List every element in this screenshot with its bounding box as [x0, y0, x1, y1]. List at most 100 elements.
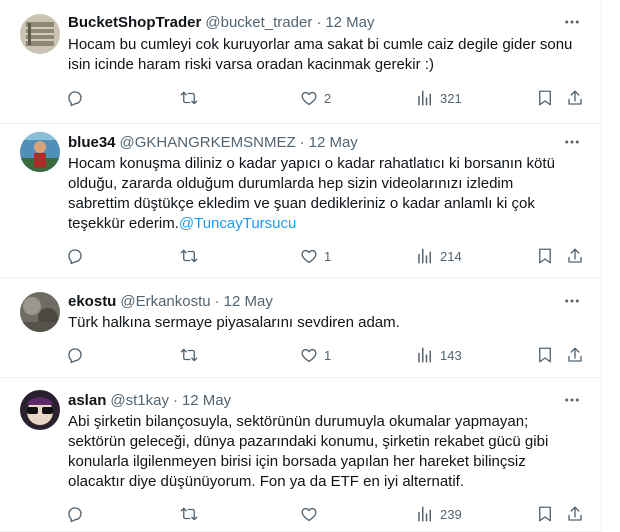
tweet-text: Hocam bu cumleyi cok kuruyorlar ama saka… [68, 35, 588, 75]
avatar[interactable] [20, 132, 60, 172]
views-chart-icon [418, 347, 431, 363]
retweet-button[interactable] [180, 345, 204, 365]
tweet-item[interactable]: BucketShopTrader @bucket_trader · 12 May… [0, 0, 602, 124]
tweet-actions: 239 [66, 504, 596, 524]
bookmark-icon [539, 347, 551, 363]
more-horizontal-icon [565, 398, 579, 402]
bookmark-icon [539, 506, 551, 522]
more-options-button[interactable] [560, 390, 584, 410]
reply-icon [68, 91, 82, 107]
tweet-text: Türk halkına sermaye piyasalarını sevdir… [68, 313, 588, 333]
share-button[interactable] [566, 504, 584, 524]
bookmark-button[interactable] [536, 504, 554, 524]
retweet-icon [180, 91, 198, 105]
retweet-icon [180, 249, 198, 263]
tweet-actions: 1 214 [66, 246, 596, 266]
tweet-date[interactable]: 12 May [224, 293, 273, 310]
view-count: 239 [440, 506, 462, 522]
separator-dot: · [316, 13, 322, 31]
author-name[interactable]: aslan [68, 392, 106, 409]
author-handle[interactable]: @bucket_trader [205, 14, 312, 31]
tweet-text-line: Hocam bu cumleyi cok kuruyorlar ama saka… [68, 36, 573, 53]
retweet-icon [180, 507, 198, 521]
share-icon [568, 90, 582, 105]
view-count: 143 [440, 347, 462, 363]
reply-button[interactable] [66, 88, 90, 108]
retweet-button[interactable] [180, 246, 204, 266]
share-icon [568, 248, 582, 263]
share-button[interactable] [566, 345, 584, 365]
more-options-button[interactable] [560, 291, 584, 311]
tweet-text-line: isin icinde haram riski varsa oradan kac… [68, 56, 434, 73]
tweet-date[interactable]: 12 May [182, 392, 231, 409]
separator-dot: · [214, 292, 220, 310]
reply-button[interactable] [66, 504, 90, 524]
tweet-date[interactable]: 12 May [309, 134, 358, 151]
views-button[interactable]: 214 [416, 246, 462, 266]
bookmark-button[interactable] [536, 345, 554, 365]
share-button[interactable] [566, 246, 584, 266]
avatar[interactable] [20, 390, 60, 430]
views-button[interactable]: 239 [416, 504, 462, 524]
bookmark-button[interactable] [536, 88, 554, 108]
like-button[interactable]: 1 [300, 246, 331, 266]
tweet-item[interactable]: aslan @st1kay · 12 May Abi şirketin bila… [0, 378, 602, 532]
avatar[interactable] [20, 292, 60, 332]
avatar[interactable] [20, 14, 60, 54]
tweet-actions: 1 143 [66, 345, 596, 365]
share-icon [568, 506, 582, 521]
like-button[interactable] [300, 504, 324, 524]
retweet-button[interactable] [180, 504, 204, 524]
tweet-header: aslan @st1kay · 12 May [68, 390, 231, 410]
tweet-text-line: olduğu, zararda olduğum durumlarda hep s… [68, 175, 514, 192]
views-button[interactable]: 143 [416, 345, 462, 365]
author-handle[interactable]: @st1kay [110, 392, 169, 409]
like-count: 1 [324, 248, 332, 264]
tweet-text-line: sektörün geleceği, dünya pazarındaki kon… [68, 433, 549, 450]
reply-icon [68, 348, 82, 364]
more-horizontal-icon [565, 299, 579, 303]
author-name[interactable]: BucketShopTrader [68, 14, 201, 31]
tweet-actions: 2 321 [66, 88, 596, 108]
more-horizontal-icon [565, 20, 579, 24]
reply-button[interactable] [66, 246, 90, 266]
tweet-item[interactable]: ekostu @Erkankostu · 12 May Türk halkına… [0, 278, 602, 378]
tweet-text-line: Abi şirketin bilançosuyla, sektörünün du… [68, 413, 529, 430]
separator-dot: · [299, 133, 305, 151]
like-button[interactable]: 2 [300, 88, 331, 108]
share-button[interactable] [566, 88, 584, 108]
share-icon [568, 347, 582, 362]
bookmark-icon [539, 90, 551, 106]
reply-icon [68, 507, 82, 523]
views-chart-icon [418, 90, 431, 106]
heart-icon [301, 249, 317, 264]
views-chart-icon [418, 248, 431, 264]
heart-icon [301, 348, 317, 363]
tweet-item[interactable]: blue34 @GKHANGRKEMSNMEZ · 12 May Hocam k… [0, 124, 602, 278]
author-name[interactable]: blue34 [68, 134, 116, 151]
retweet-button[interactable] [180, 88, 204, 108]
author-handle[interactable]: @Erkankostu [120, 293, 210, 310]
like-count: 2 [324, 90, 332, 106]
tweet-text-line: Türk halkına sermaye piyasalarını sevdir… [68, 314, 400, 331]
mention-link[interactable]: @TuncayTursucu [179, 215, 297, 232]
tweet-date[interactable]: 12 May [325, 14, 374, 31]
heart-icon [301, 91, 317, 106]
views-button[interactable]: 321 [416, 88, 462, 108]
more-options-button[interactable] [560, 132, 584, 152]
author-name[interactable]: ekostu [68, 293, 116, 310]
tweet-header: BucketShopTrader @bucket_trader · 12 May [68, 12, 375, 32]
tweet-text: Abi şirketin bilançosuyla, sektörünün du… [68, 412, 588, 492]
like-button[interactable]: 1 [300, 345, 331, 365]
tweet-text-line: Hocam konuşma diliniz o kadar yapıcı o k… [68, 155, 555, 172]
more-options-button[interactable] [560, 12, 584, 32]
more-horizontal-icon [565, 140, 579, 144]
reply-button[interactable] [66, 345, 90, 365]
like-count: 1 [324, 347, 332, 363]
reply-thread: BucketShopTrader @bucket_trader · 12 May… [0, 0, 602, 532]
bookmark-button[interactable] [536, 246, 554, 266]
tweet-text-line: konularla ilgilenmeyen birisi için borsa… [68, 453, 526, 470]
author-handle[interactable]: @GKHANGRKEMSNMEZ [120, 134, 296, 151]
tweet-text-line: olacaktır diye düşünüyorum. Fon ya da ET… [68, 473, 465, 490]
heart-icon [301, 507, 317, 522]
